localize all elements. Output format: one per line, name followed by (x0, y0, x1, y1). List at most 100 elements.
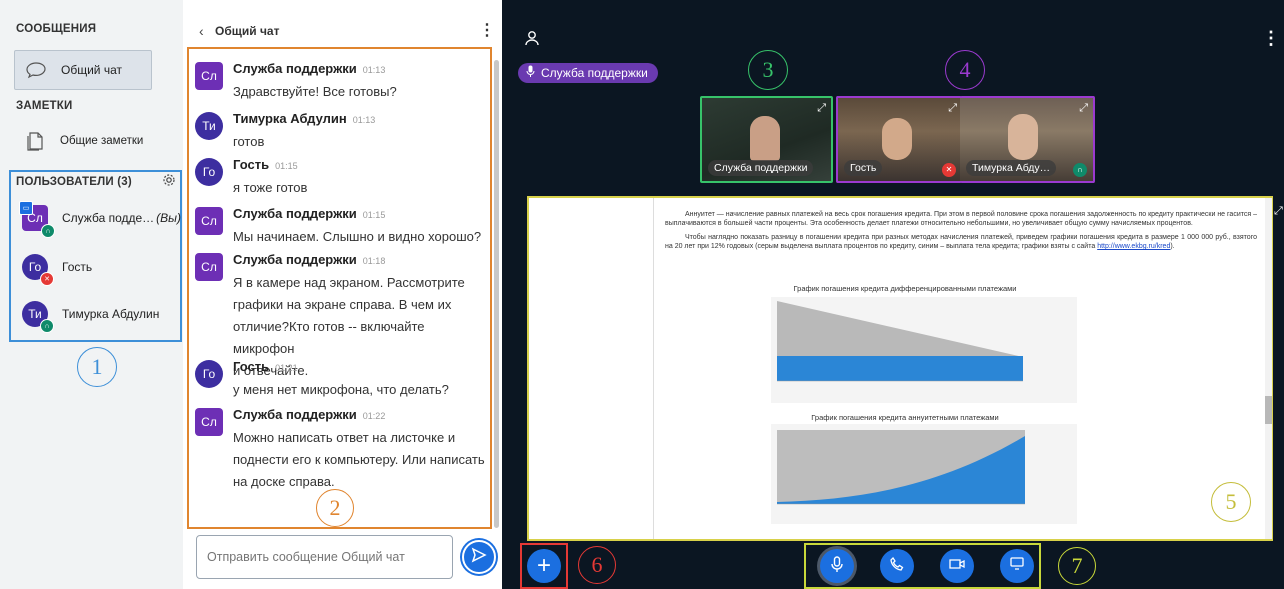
chevron-left-icon[interactable]: ‹ (199, 23, 204, 39)
chat-title: Общий чат (215, 24, 280, 38)
message-text: графики на экране справа. В чем их (233, 297, 452, 312)
more-options-icon[interactable]: ⋮ (1262, 28, 1280, 49)
microphone-icon (526, 63, 535, 83)
presentation-area[interactable]: Аннуитет — начисление равных платежей на… (527, 196, 1273, 541)
send-icon (471, 547, 487, 568)
camera-button[interactable] (940, 549, 974, 583)
message-author: Служба поддержки (233, 252, 357, 267)
add-button[interactable]: + (527, 549, 561, 583)
message-text: Я в камере над экраном. Рассмотрите (233, 275, 465, 290)
conference-stage: ⋮ Служба поддержки ⤢ Служба поддержки ⤢ … (502, 0, 1284, 589)
annotation-7: 7 (1058, 547, 1096, 585)
chat-message: Сл Служба поддержки 01:15 Мы начинаем. Сл… (195, 203, 485, 248)
expand-icon[interactable]: ⤢ (817, 102, 826, 115)
avatar: Сл (195, 253, 223, 281)
screen-share-icon (1010, 557, 1024, 575)
muted-mic-icon: ✕ (942, 163, 956, 177)
microphone-icon (831, 555, 843, 577)
message-author: Служба поддержки (233, 206, 357, 221)
user-row[interactable]: Го ✕ Гость (22, 249, 93, 286)
screen-share-button[interactable] (1000, 549, 1034, 583)
participant-video (1008, 114, 1038, 160)
user-name: Служба подде… (62, 211, 155, 225)
message-text: я тоже готов (233, 180, 308, 195)
plus-icon: + (536, 552, 551, 579)
headphones-icon: ∩ (40, 319, 54, 333)
doc-paragraph: Аннуитет — начисление равных платежей на… (665, 211, 1257, 227)
message-time: 01:15 (362, 210, 386, 220)
message-text: Здравствуйте! Все готовы? (233, 84, 397, 99)
expand-icon[interactable]: ⤢ (1274, 205, 1283, 218)
doc-paragraph-end: ). (1170, 243, 1175, 250)
chart-title: График погашения кредита дифференцирован… (793, 284, 1017, 293)
chat-panel: ‹ Общий чат ⋮ Сл Служба поддержки 01:13 З… (183, 0, 502, 589)
doc-paragraph: Чтобы наглядно показать разницу в погаше… (665, 233, 1257, 251)
message-text: поднести его к компьютеру. Или написать (233, 452, 485, 467)
camera-icon (949, 557, 965, 575)
headphones-icon: ∩ (1073, 163, 1087, 177)
message-author: Тимурка Абдулин (233, 111, 347, 126)
message-time: 01:21 (275, 363, 298, 373)
avatar: Ти (195, 112, 223, 140)
left-sidebar: СООБЩЕНИЯ Общий чат ЗАМЕТКИ Общие заметк… (0, 0, 183, 589)
message-time: 01:13 (352, 115, 376, 125)
more-options-icon[interactable]: ⋮ (479, 20, 495, 40)
user-self-label: (Вы) (156, 211, 181, 225)
message-text: Мы начинаем. Слышно и видно хорошо? (233, 229, 482, 244)
message-author: Гость (233, 157, 270, 172)
message-author: Служба поддержки (233, 407, 357, 422)
phone-button[interactable] (880, 549, 914, 583)
gear-icon[interactable] (162, 173, 176, 187)
chart-title: График погашения кредита аннуитетными пл… (811, 413, 999, 422)
chat-scrollbar[interactable] (494, 60, 499, 528)
chat-message: Ти Тимурка Абдулин 01:13 готов (195, 108, 485, 153)
avatar: Сл (195, 207, 223, 235)
message-text: у меня нет микрофона, что делать? (233, 382, 449, 397)
expand-icon[interactable]: ⤢ (948, 102, 957, 115)
sidebar-item-label: Общий чат (61, 63, 122, 77)
phone-icon (890, 556, 904, 576)
chat-message: Сл Служба поддержки 01:13 Здравствуйте! В… (195, 58, 485, 103)
video-label: Гость (844, 160, 883, 176)
video-label: Служба поддержки (708, 160, 814, 176)
avatar: Сл (195, 62, 223, 90)
user-row[interactable]: Сл ▭ ∩ Служба подде… (Вы) (19, 200, 181, 238)
message-time: 01:22 (362, 411, 386, 421)
participant-video (750, 116, 780, 161)
presenter-icon: ▭ (19, 201, 33, 215)
muted-mic-icon: ✕ (40, 272, 54, 286)
microphone-button[interactable] (820, 549, 854, 583)
message-time: 01:18 (362, 256, 386, 266)
message-text: готов (233, 134, 265, 149)
annotation-1: 1 (77, 347, 117, 387)
user-name: Гость (62, 260, 93, 274)
chat-message: Го Гость 01:21 у меня нет микрофона, что … (195, 356, 485, 401)
sidebar-item-shared-notes[interactable]: Общие заметки (14, 122, 150, 160)
chat-message-input[interactable] (196, 535, 453, 579)
chart-annuity (771, 424, 1077, 524)
message-time: 01:15 (275, 161, 298, 171)
presentation-scrollbar[interactable] (1265, 198, 1272, 539)
video-tile[interactable]: ⤢ Тимурка Абду… ∩ (960, 96, 1095, 183)
message-author: Гость (233, 359, 270, 374)
avatar: Го (195, 158, 223, 186)
user-icon[interactable] (524, 30, 540, 46)
user-row[interactable]: Ти ∩ Тимурка Абдулин (22, 296, 159, 333)
expand-icon[interactable]: ⤢ (1079, 102, 1088, 115)
sidebar-item-label: Общие заметки (60, 135, 144, 147)
sidebar-item-general-chat[interactable]: Общий чат (14, 50, 152, 90)
document-icon (24, 130, 46, 152)
chat-message: Го Гость 01:15 я тоже готов (195, 154, 485, 199)
annotation-2: 2 (316, 489, 354, 527)
annotation-5: 5 (1211, 482, 1251, 522)
message-author: Служба поддержки (233, 61, 357, 76)
send-button[interactable] (462, 540, 496, 574)
chat-message: Сл Служба поддержки 01:22 Можно написать … (195, 404, 485, 493)
doc-link[interactable]: http://www.ekbg.ru/kred (1097, 243, 1170, 250)
video-tile[interactable]: ⤢ Гость ✕ (836, 96, 962, 183)
message-text: Можно написать ответ на листочке и (233, 430, 456, 445)
chat-bubble-icon (25, 61, 47, 79)
video-tile[interactable]: ⤢ Служба поддержки (700, 96, 833, 183)
annotation-4: 4 (945, 50, 985, 90)
notes-section-title: ЗАМЕТКИ (16, 100, 73, 112)
